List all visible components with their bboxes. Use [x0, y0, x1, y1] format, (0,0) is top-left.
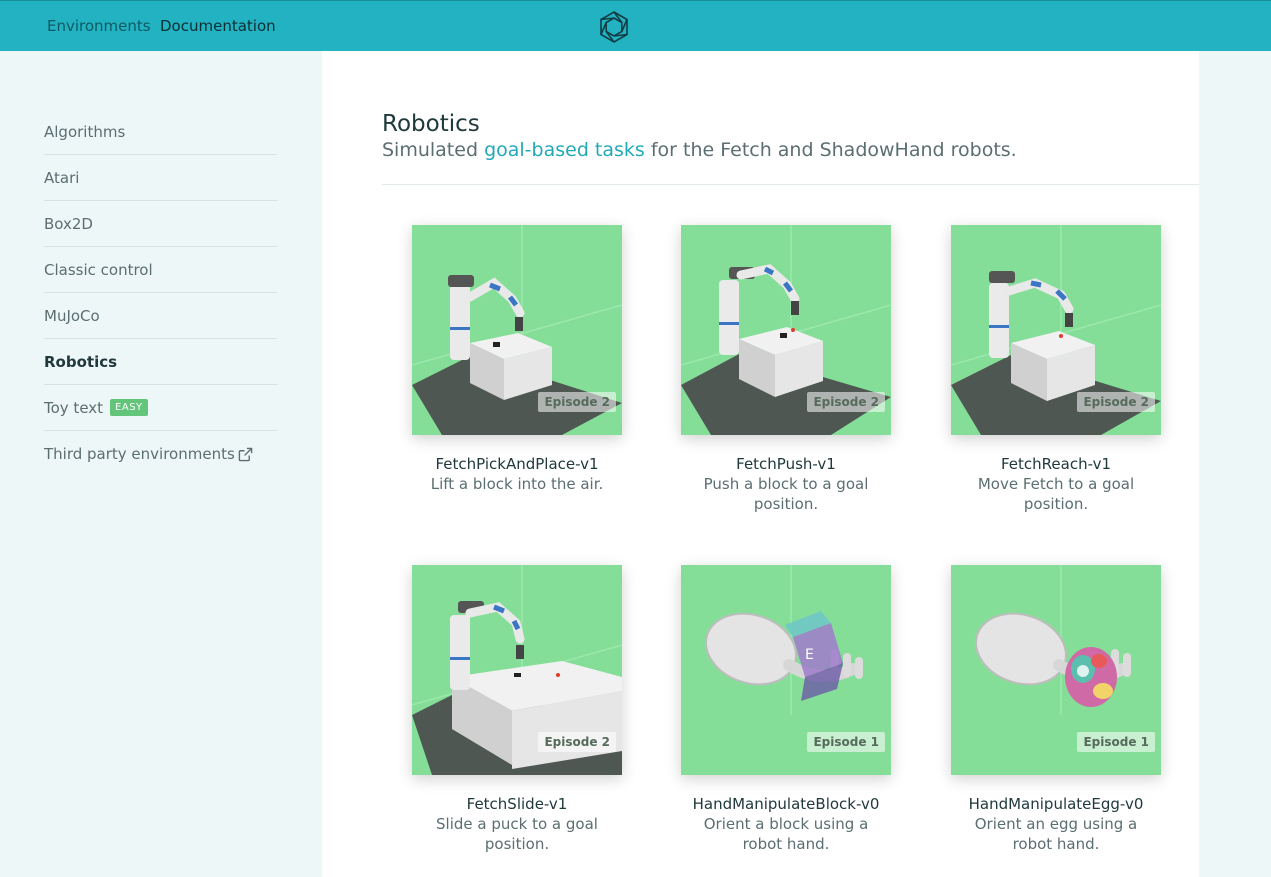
env-card-description: Lift a block into the air.: [430, 475, 604, 493]
sidebar-item-label: Box2D: [44, 214, 93, 233]
env-card-description: Orient an egg using a robot hand.: [974, 815, 1138, 853]
sidebar-item-third-party[interactable]: Third party environments: [44, 431, 277, 477]
env-card-description: Push a block to a goal position.: [703, 475, 869, 513]
env-card-fetch-pick-and-place[interactable]: Episode 2 FetchPickAndPlace-v1 Lift a bl…: [412, 225, 622, 494]
env-card-fetch-reach[interactable]: Episode 2 FetchReach-v1 Move Fetch to a …: [951, 225, 1161, 514]
sidebar-item-robotics[interactable]: Robotics: [44, 339, 277, 385]
sidebar-item-atari[interactable]: Atari: [44, 155, 277, 201]
sidebar-item-label: Classic control: [44, 260, 153, 279]
page-title: Robotics: [382, 111, 480, 137]
subtitle-text-pre: Simulated: [382, 139, 485, 161]
top-navbar: Environments Documentation: [0, 0, 1271, 51]
env-thumbnail[interactable]: E Episode 1: [681, 565, 891, 775]
env-thumbnail[interactable]: Episode 2: [412, 225, 622, 435]
env-card-fetch-slide[interactable]: Episode 2 FetchSlide-v1 Slide a puck to …: [412, 565, 622, 854]
env-card-description: Orient a block using a robot hand.: [703, 815, 869, 853]
env-card-description: Slide a puck to a goal position.: [436, 815, 598, 853]
episode-label: Episode 2: [807, 392, 885, 412]
episode-label: Episode 2: [538, 392, 616, 412]
nav-documentation-link[interactable]: Documentation: [160, 17, 276, 35]
env-card-title[interactable]: FetchReach-v1: [951, 454, 1161, 474]
env-thumbnail[interactable]: Episode 2: [681, 225, 891, 435]
svg-text:E: E: [805, 647, 814, 663]
env-thumbnail[interactable]: Episode 2: [951, 225, 1161, 435]
episode-label: Episode 2: [1077, 392, 1155, 412]
openai-logo-icon[interactable]: [597, 10, 631, 44]
external-link-icon: [238, 447, 253, 461]
env-card-title[interactable]: FetchPush-v1: [681, 454, 891, 474]
sidebar-item-box2d[interactable]: Box2D: [44, 201, 277, 247]
env-card-title[interactable]: HandManipulateEgg-v0: [951, 794, 1161, 814]
env-card-hand-manipulate-block[interactable]: E Episode 1 HandManipulateBlock-v0 Orien…: [681, 565, 891, 854]
env-card-title[interactable]: HandManipulateBlock-v0: [681, 794, 891, 814]
sidebar-item-label: Third party environments: [44, 445, 235, 463]
nav-environments-link[interactable]: Environments: [47, 17, 151, 35]
episode-label: Episode 1: [807, 732, 885, 752]
sidebar-nav: Algorithms Atari Box2D Classic control M…: [44, 109, 277, 477]
env-thumbnail[interactable]: Episode 2: [412, 565, 622, 775]
sidebar-item-classic-control[interactable]: Classic control: [44, 247, 277, 293]
subtitle-text-post: for the Fetch and ShadowHand robots.: [644, 139, 1017, 161]
env-card-title[interactable]: FetchSlide-v1: [412, 794, 622, 814]
sidebar-item-toy-text[interactable]: Toy text EASY: [44, 385, 277, 431]
sidebar-item-mujoco[interactable]: MuJoCo: [44, 293, 277, 339]
sidebar-item-label: Toy text: [44, 398, 104, 417]
easy-badge: EASY: [110, 399, 148, 416]
sidebar-item-label: Algorithms: [44, 122, 126, 141]
sidebar-item-algorithms[interactable]: Algorithms: [44, 109, 277, 155]
env-card-description: Move Fetch to a goal position.: [977, 475, 1135, 513]
goal-based-tasks-link[interactable]: goal-based tasks: [484, 139, 645, 161]
episode-label: Episode 1: [1077, 732, 1155, 752]
env-card-hand-manipulate-egg[interactable]: Episode 1 HandManipulateEgg-v0 Orient an…: [951, 565, 1161, 854]
sidebar-item-label: MuJoCo: [44, 306, 100, 325]
episode-label: Episode 2: [538, 732, 616, 752]
env-card-title[interactable]: FetchPickAndPlace-v1: [412, 454, 622, 474]
sidebar-item-label: Atari: [44, 168, 80, 187]
page-subtitle: Simulated goal-based tasks for the Fetch…: [382, 138, 1017, 162]
env-card-fetch-push[interactable]: Episode 2 FetchPush-v1 Push a block to a…: [681, 225, 891, 514]
sidebar-item-label: Robotics: [44, 352, 118, 371]
env-thumbnail[interactable]: Episode 1: [951, 565, 1161, 775]
divider: [382, 184, 1199, 185]
main-content: Robotics Simulated goal-based tasks for …: [322, 51, 1199, 877]
